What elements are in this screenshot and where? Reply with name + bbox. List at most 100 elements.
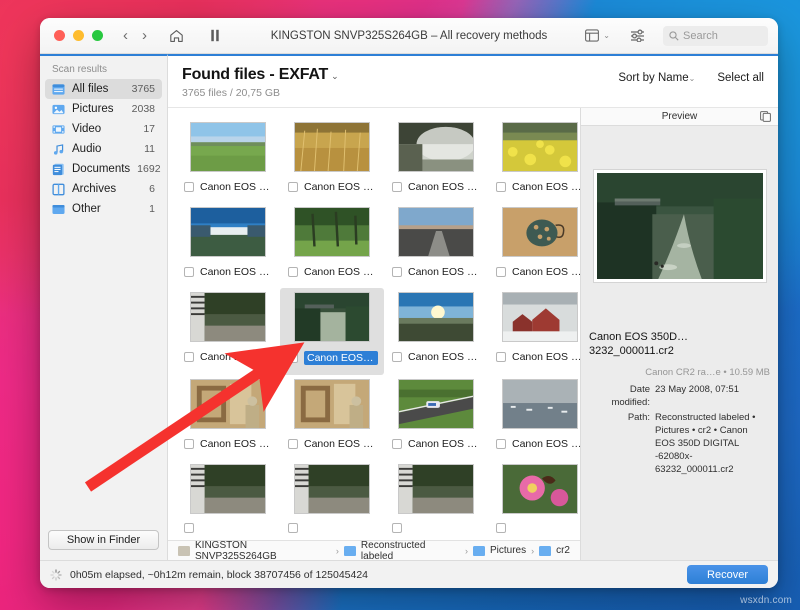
file-grid-scroll[interactable]: Canon EOS 1… Canon EOS 1… — [168, 108, 580, 540]
minimize-button[interactable] — [73, 30, 84, 41]
file-checkbox[interactable] — [184, 523, 194, 533]
file-cell[interactable]: Canon EOS 2… — [488, 203, 580, 288]
select-all-button[interactable]: Select all — [717, 72, 764, 84]
file-name: Canon EOS 3… — [200, 351, 274, 363]
folder-icon — [344, 546, 356, 556]
pictures-icon — [52, 103, 65, 116]
folder-icon — [473, 546, 485, 556]
file-cell[interactable]: Canon EOS 5… — [488, 375, 580, 460]
file-checkbox[interactable] — [184, 182, 194, 192]
sidebar-item-label: All files — [72, 83, 125, 95]
breadcrumb-item-drive[interactable]: KINGSTON SNVP325S264GB — [195, 540, 331, 562]
page-title[interactable]: Found files - EXFAT⌄ — [182, 66, 338, 84]
desktop-background: ‹ › KINGSTON SNVP325S264GB – All recover… — [0, 0, 800, 610]
file-thumbnail — [398, 207, 474, 257]
sidebar-item-count: 17 — [143, 123, 155, 135]
file-cell[interactable]: Canon EOS 1… — [384, 118, 488, 203]
documents-icon — [52, 163, 65, 176]
file-checkbox[interactable] — [288, 182, 298, 192]
file-cell[interactable] — [176, 460, 280, 540]
file-checkbox[interactable] — [496, 267, 506, 277]
file-cell[interactable] — [488, 460, 580, 540]
file-thumbnail — [190, 122, 266, 172]
back-button[interactable]: ‹ — [123, 28, 128, 43]
file-cell[interactable]: Canon EOS 4… — [488, 288, 580, 375]
filter-button[interactable] — [630, 29, 645, 42]
file-thumbnail — [398, 292, 474, 342]
sidebar-heading: Scan results — [40, 56, 167, 79]
sidebar-item-audio[interactable]: Audio 11 — [45, 139, 162, 159]
file-cell[interactable]: Canon EOS 4… — [176, 375, 280, 460]
breadcrumb-item-reconstructed[interactable]: Reconstructed labeled — [361, 540, 460, 562]
watermark: wsxdn.com — [740, 595, 792, 606]
file-cell-selected[interactable]: Canon EOS 3… — [280, 288, 384, 375]
close-button[interactable] — [54, 30, 65, 41]
sidebar-item-count: 1 — [149, 203, 155, 215]
search-input[interactable]: Search — [663, 26, 768, 46]
home-icon[interactable] — [169, 29, 184, 43]
sidebar-item-label: Audio — [72, 143, 137, 155]
file-cell[interactable]: Canon EOS 3… — [176, 288, 280, 375]
file-checkbox[interactable] — [288, 353, 298, 363]
file-name: Canon EOS 4… — [408, 438, 482, 450]
breadcrumb-item-cr2[interactable]: cr2 — [556, 545, 570, 556]
forward-button[interactable]: › — [142, 28, 147, 43]
file-thumbnail — [398, 379, 474, 429]
sidebar-footer: Show in Finder — [40, 522, 167, 560]
other-icon — [52, 203, 65, 216]
file-checkbox[interactable] — [496, 182, 506, 192]
file-cell[interactable] — [384, 460, 488, 540]
file-checkbox[interactable] — [392, 523, 402, 533]
file-cell[interactable]: Canon EOS 2… — [384, 203, 488, 288]
file-checkbox[interactable] — [288, 439, 298, 449]
sidebar-item-archives[interactable]: Archives 6 — [45, 179, 162, 199]
file-checkbox[interactable] — [184, 352, 194, 362]
recover-button[interactable]: Recover — [687, 565, 768, 584]
content-header: Found files - EXFAT⌄ Sort by Name⌄ Selec… — [168, 56, 778, 108]
file-cell[interactable]: Canon EOS 4… — [384, 375, 488, 460]
file-checkbox[interactable] — [392, 439, 402, 449]
file-cell[interactable]: Canon EOS 4… — [384, 288, 488, 375]
copy-icon[interactable] — [760, 111, 771, 122]
sidebar-item-count: 6 — [149, 183, 155, 195]
sidebar-item-all-files[interactable]: All files 3765 — [45, 79, 162, 99]
file-cell[interactable] — [280, 460, 384, 540]
file-cell[interactable]: Canon EOS 2… — [280, 203, 384, 288]
file-cell[interactable]: Canon EOS 1… — [176, 118, 280, 203]
sidebar-item-documents[interactable]: Documents 1692 — [45, 159, 162, 179]
file-cell[interactable]: Canon EOS 4… — [280, 375, 384, 460]
sidebar-item-count: 3765 — [132, 83, 155, 95]
sidebar-item-label: Archives — [72, 183, 142, 195]
sort-by-button[interactable]: Sort by Name⌄ — [618, 72, 695, 84]
file-thumbnail — [294, 207, 370, 257]
file-checkbox[interactable] — [392, 352, 402, 362]
show-in-finder-button[interactable]: Show in Finder — [48, 530, 159, 550]
view-mode-button[interactable]: ⌄ — [585, 29, 610, 42]
file-checkbox[interactable] — [392, 182, 402, 192]
file-cell[interactable]: Canon EOS 1… — [488, 118, 580, 203]
file-name: Canon EOS 4… — [200, 438, 274, 450]
breadcrumb-item-pictures[interactable]: Pictures — [490, 545, 526, 556]
file-checkbox[interactable] — [496, 352, 506, 362]
file-checkbox[interactable] — [392, 267, 402, 277]
sidebar-item-video[interactable]: Video 17 — [45, 119, 162, 139]
file-name: Canon EOS 1… — [512, 181, 580, 193]
window-body: Scan results All files 3765 Pictures 203… — [40, 54, 778, 560]
file-checkbox[interactable] — [184, 439, 194, 449]
file-cell[interactable]: Canon EOS 1… — [280, 118, 384, 203]
file-checkbox[interactable] — [184, 267, 194, 277]
pause-icon[interactable] — [210, 29, 220, 42]
chevron-down-icon: ⌄ — [689, 74, 696, 83]
zoom-button[interactable] — [92, 30, 103, 41]
metadata-key: Date modified: — [589, 383, 655, 409]
sidebar-item-other[interactable]: Other 1 — [45, 199, 162, 219]
file-cell[interactable]: Canon EOS 1… — [176, 203, 280, 288]
preview-image — [593, 169, 767, 283]
chevron-right-icon: › — [465, 546, 468, 556]
sidebar-item-count: 2038 — [132, 103, 155, 115]
file-checkbox[interactable] — [288, 267, 298, 277]
file-checkbox[interactable] — [496, 439, 506, 449]
sidebar-item-pictures[interactable]: Pictures 2038 — [45, 99, 162, 119]
file-checkbox[interactable] — [496, 523, 506, 533]
file-checkbox[interactable] — [288, 523, 298, 533]
